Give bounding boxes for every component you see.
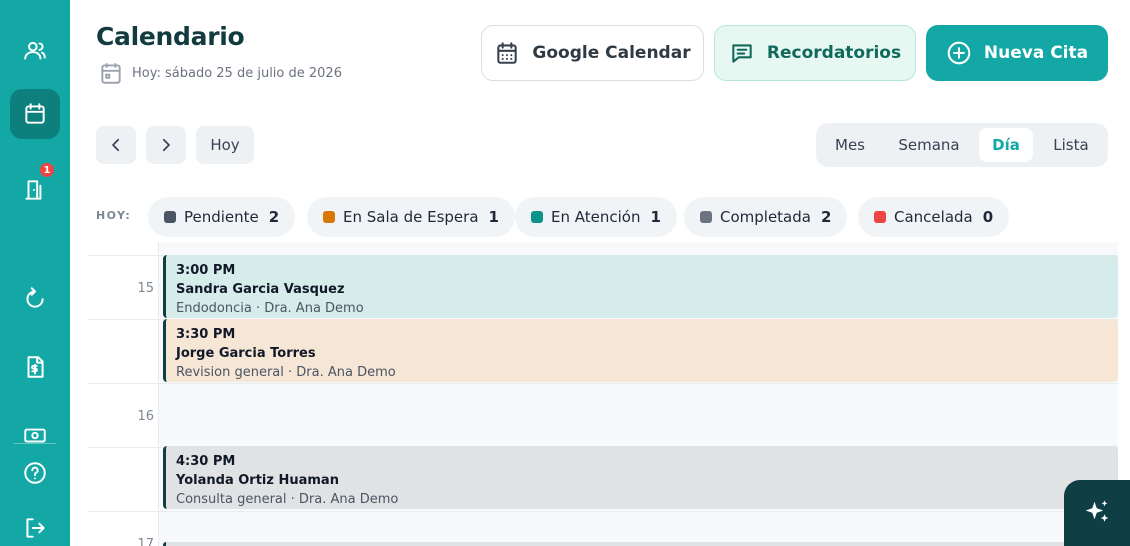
time-slot-line [88, 511, 1118, 512]
appointment-time: 3:30 PM [176, 327, 236, 342]
status-chip-cancelled[interactable]: Cancelada 0 [858, 197, 1010, 237]
hour-label: 17 [137, 537, 154, 546]
money-icon [24, 428, 46, 443]
status-chip-completed[interactable]: Completada 2 [684, 197, 848, 237]
sidebar-item-history[interactable] [10, 273, 60, 323]
notification-badge: 1 [38, 161, 56, 179]
status-chip-label: Cancelada [894, 208, 973, 226]
chevron-right-icon [162, 138, 170, 152]
status-chip-waiting-room[interactable]: En Sala de Espera 1 [307, 197, 515, 237]
sidebar-item-billing[interactable] [10, 342, 60, 392]
status-chip-count: 1 [650, 208, 661, 226]
hour-label: 15 [137, 281, 154, 296]
logout-icon [26, 518, 45, 538]
time-gutter-divider [158, 242, 159, 546]
appointment-detail: Endodoncia · Dra. Ana Demo [176, 301, 364, 316]
status-summary-label: HOY: [96, 209, 132, 222]
refresh-icon [26, 287, 44, 308]
calendar-icon [101, 63, 121, 84]
ai-assistant-button[interactable] [1064, 480, 1130, 546]
sidebar-item-logout[interactable] [10, 503, 60, 546]
reminders-button[interactable]: Recordatorios [714, 25, 916, 81]
new-appointment-label: Nueva Cita [983, 43, 1089, 63]
status-chip-label: En Atención [551, 208, 641, 226]
sidebar-item-waiting-room[interactable]: 1 [10, 161, 60, 215]
status-color-dot [323, 211, 335, 223]
status-color-dot [531, 211, 543, 223]
today-date-text: Hoy: sábado 25 de julio de 2026 [132, 65, 342, 81]
appointment-time: 4:30 PM [176, 454, 236, 469]
chevron-left-icon [112, 138, 120, 152]
appointment-time: 3:00 PM [176, 263, 236, 278]
help-icon [24, 462, 46, 484]
status-chip-count: 2 [820, 208, 832, 226]
status-color-dot [700, 211, 712, 223]
new-appointment-button[interactable]: Nueva Cita [926, 25, 1108, 81]
view-tab-day[interactable]: Día [979, 128, 1033, 162]
sidebar-item-help[interactable] [10, 448, 60, 498]
sidebar-item-calendar[interactable] [10, 89, 60, 139]
date-subtitle: Hoy: sábado 25 de julio de 2026 [98, 60, 342, 86]
status-chip-label: En Sala de Espera [343, 208, 479, 226]
status-chip-pending[interactable]: Pendiente 2 [148, 197, 296, 237]
message-icon [732, 44, 752, 63]
status-chip-count: 1 [488, 208, 499, 226]
next-button[interactable] [146, 126, 186, 164]
appointment-card-partial[interactable] [163, 542, 1118, 546]
appointment-card[interactable]: 4:30 PM Yolanda Ortiz Huaman Consulta ge… [163, 446, 1118, 509]
view-tab-month[interactable]: Mes [822, 128, 878, 162]
page-title: Calendario [96, 22, 245, 51]
invoice-icon [27, 356, 44, 378]
previous-button[interactable] [96, 126, 136, 164]
today-button[interactable]: Hoy [196, 126, 254, 164]
day-schedule[interactable]: 15 16 17 3:00 PM Sandra Garcia Vasquez E… [88, 242, 1118, 546]
status-chip-count: 2 [268, 208, 280, 226]
main-panel: Calendario Hoy: sábado 25 de julio de 20… [70, 0, 1130, 546]
plus-circle-icon [947, 41, 971, 65]
appointment-detail: Consulta general · Dra. Ana Demo [176, 492, 399, 507]
status-chip-in-attention[interactable]: En Atención 1 [515, 197, 677, 237]
status-chip-count: 0 [982, 208, 994, 226]
appointment-patient: Jorge Garcia Torres [176, 346, 316, 361]
calendar-grid-icon [497, 42, 518, 64]
appointment-patient: Sandra Garcia Vasquez [176, 282, 345, 297]
view-tab-week[interactable]: Semana [886, 128, 972, 162]
sidebar-divider [14, 443, 56, 444]
view-switcher: Mes Semana Día Lista [816, 123, 1108, 167]
google-calendar-button[interactable]: Google Calendar [481, 25, 704, 81]
appointment-card[interactable]: 3:00 PM Sandra Garcia Vasquez Endodoncia… [163, 255, 1118, 318]
sparkles-icon [1085, 500, 1109, 522]
appointment-detail: Revision general · Dra. Ana Demo [176, 365, 396, 380]
calendar-icon [25, 103, 45, 124]
sidebar-item-patients[interactable] [10, 26, 60, 76]
door-icon [25, 180, 42, 200]
users-icon [24, 41, 46, 60]
appointment-patient: Yolanda Ortiz Huaman [176, 473, 339, 488]
time-slot-line [88, 383, 1118, 384]
hour-label: 16 [137, 409, 154, 424]
status-chip-label: Pendiente [184, 208, 259, 226]
appointment-card[interactable]: 3:30 PM Jorge Garcia Torres Revision gen… [163, 319, 1118, 382]
sidebar: 1 [0, 0, 70, 546]
reminders-label: Recordatorios [766, 43, 902, 63]
status-chip-label: Completada [720, 208, 811, 226]
status-color-dot [164, 211, 176, 223]
view-tab-list[interactable]: Lista [1040, 128, 1102, 162]
status-color-dot [874, 211, 886, 223]
google-calendar-label: Google Calendar [532, 43, 691, 63]
